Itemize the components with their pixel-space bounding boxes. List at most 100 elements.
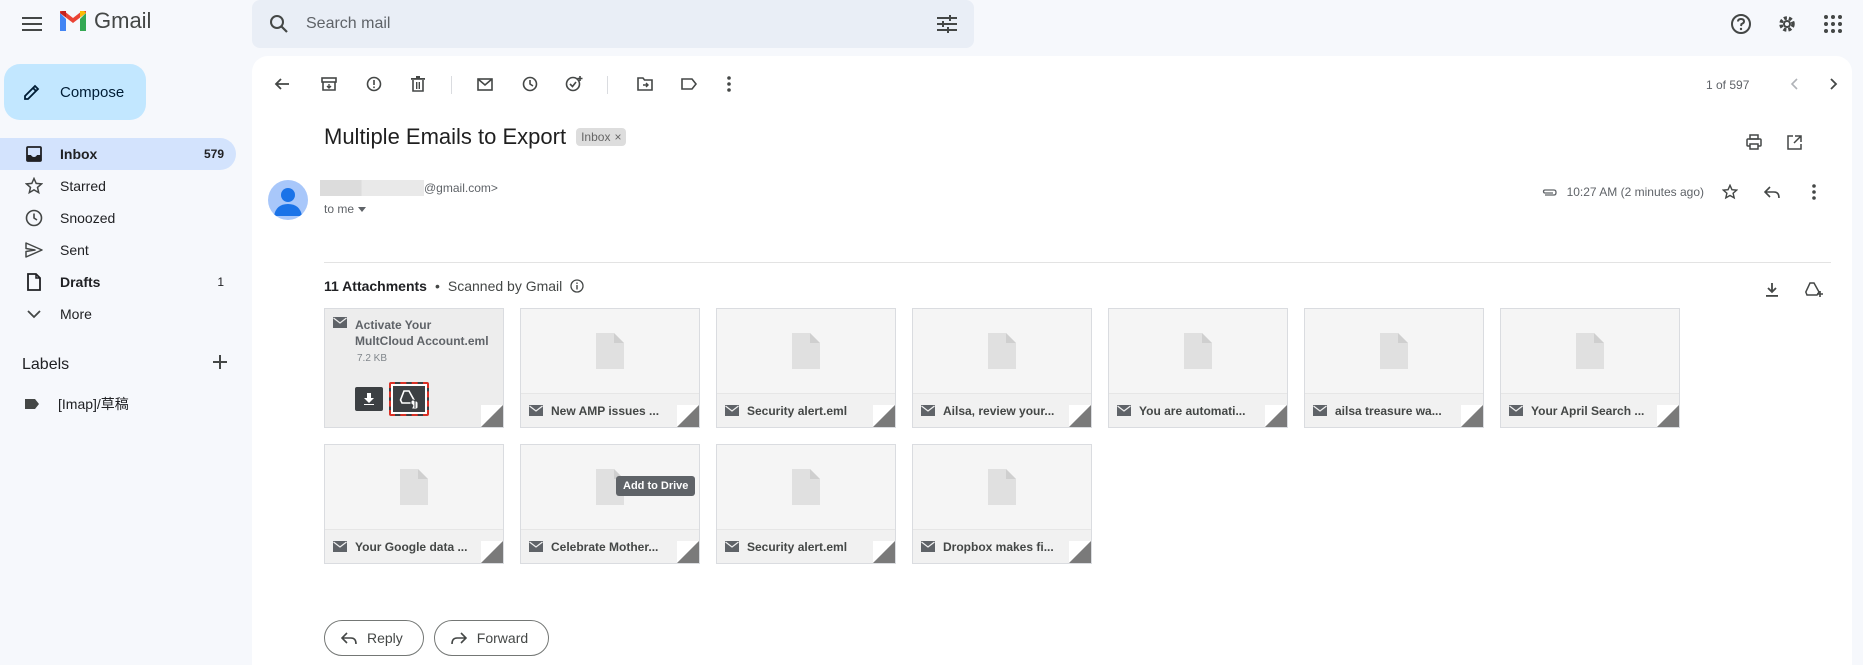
- attachment-preview: [913, 445, 1091, 529]
- attachment-name: Your Google data ...: [355, 539, 468, 554]
- add-all-to-drive-button[interactable]: [1798, 274, 1830, 306]
- settings-button[interactable]: [1771, 8, 1803, 40]
- reply-button[interactable]: Reply: [324, 620, 424, 656]
- add-to-tasks-button[interactable]: [558, 68, 590, 100]
- attachment-card[interactable]: Security alert.eml: [716, 308, 896, 428]
- page-fold: [677, 541, 699, 563]
- open-in-new-window-button[interactable]: [1778, 126, 1810, 158]
- forward-button[interactable]: Forward: [433, 620, 550, 656]
- print-all-button[interactable]: [1738, 126, 1770, 158]
- move-to-button[interactable]: [629, 68, 661, 100]
- download-all-button[interactable]: [1756, 274, 1788, 306]
- divider: [324, 262, 1831, 263]
- older-button[interactable]: [1818, 68, 1850, 100]
- attachment-card[interactable]: Celebrate Mother...: [520, 444, 700, 564]
- message-toolbar: 1 of 597: [252, 64, 1852, 104]
- file-icon: [596, 333, 624, 369]
- download-attachment-button[interactable]: [355, 387, 383, 411]
- search-bar[interactable]: [252, 0, 974, 48]
- report-spam-button[interactable]: [358, 68, 390, 100]
- remove-label-button[interactable]: ×: [614, 130, 621, 144]
- attachment-card[interactable]: Your April Search ...: [1500, 308, 1680, 428]
- sidebar-item-label: More: [60, 306, 92, 322]
- sidebar-item-inbox[interactable]: Inbox 579: [0, 138, 236, 170]
- page-fold: [1265, 405, 1287, 427]
- sidebar-label-imap-drafts[interactable]: [Imap]/草稿: [24, 394, 129, 414]
- sender-line[interactable]: @gmail.com>: [320, 180, 498, 196]
- main-menu-button[interactable]: [16, 8, 48, 40]
- help-icon: [1731, 14, 1751, 34]
- attachment-card[interactable]: Security alert.eml: [716, 444, 896, 564]
- search-button[interactable]: [252, 14, 306, 34]
- create-label-button[interactable]: [213, 355, 227, 374]
- star-icon: [25, 177, 43, 195]
- sidebar-item-starred[interactable]: Starred: [0, 170, 236, 202]
- attachments-count: 11 Attachments: [324, 278, 427, 294]
- clock-icon: [25, 209, 43, 227]
- gmail-logo[interactable]: Gmail: [58, 8, 151, 34]
- add-to-drive-button[interactable]: [389, 382, 429, 416]
- attachment-card[interactable]: New AMP issues ...: [520, 308, 700, 428]
- file-icon: [988, 333, 1016, 369]
- archive-button[interactable]: [313, 68, 345, 100]
- inbox-label-chip[interactable]: Inbox ×: [576, 128, 627, 146]
- reply-button-header[interactable]: [1756, 176, 1788, 208]
- chevron-right-icon: [1830, 78, 1838, 90]
- attachment-card-hovered[interactable]: Activate Your MultCloud Account.eml 7.2 …: [324, 308, 504, 428]
- file-icon: [1380, 333, 1408, 369]
- labels-heading: Labels: [22, 355, 70, 373]
- info-icon[interactable]: [570, 279, 584, 293]
- spam-icon: [366, 76, 382, 92]
- message-more-button[interactable]: [1798, 176, 1830, 208]
- mark-unread-button[interactable]: [469, 68, 501, 100]
- attachment-card[interactable]: Your Google data ...: [324, 444, 504, 564]
- attachment-card[interactable]: ailsa treasure wa...: [1304, 308, 1484, 428]
- chevron-down-icon: [27, 310, 41, 319]
- sidebar-nav: Inbox 579 Starred Snoozed Sent Drafts 1 …: [0, 138, 236, 330]
- sidebar-item-more[interactable]: More: [0, 298, 236, 330]
- attachment-footer: Security alert.eml: [717, 529, 895, 563]
- more-vert-icon: [727, 76, 731, 92]
- support-button[interactable]: [1725, 8, 1757, 40]
- sidebar-item-snoozed[interactable]: Snoozed: [0, 202, 236, 234]
- plus-icon: [213, 355, 227, 369]
- sidebar-item-sent[interactable]: Sent: [0, 234, 236, 266]
- attachment-card[interactable]: Ailsa, review your...: [912, 308, 1092, 428]
- archive-icon: [321, 77, 337, 91]
- search-options-button[interactable]: [920, 15, 974, 33]
- attachment-name: Security alert.eml: [747, 539, 848, 554]
- more-actions-button[interactable]: [713, 68, 745, 100]
- google-apps-button[interactable]: [1817, 8, 1849, 40]
- delete-button[interactable]: [402, 68, 434, 100]
- attachment-preview: [1501, 309, 1679, 393]
- compose-button[interactable]: Compose: [4, 64, 146, 120]
- open-in-new-icon: [1786, 134, 1802, 150]
- file-icon: [792, 469, 820, 505]
- mail-icon: [725, 405, 739, 416]
- mail-icon: [529, 541, 543, 552]
- mail-icon: [921, 541, 935, 552]
- attachment-card[interactable]: You are automati...: [1108, 308, 1288, 428]
- draft-count: 1: [217, 275, 224, 289]
- labels-button[interactable]: [673, 68, 705, 100]
- sender-avatar[interactable]: [268, 180, 308, 220]
- download-arrow-icon: [364, 393, 374, 405]
- back-button[interactable]: [266, 68, 298, 100]
- mail-icon: [725, 541, 739, 552]
- mail-icon: [1509, 405, 1523, 416]
- attachment-card[interactable]: Dropbox makes fi...: [912, 444, 1092, 564]
- newer-button[interactable]: [1778, 68, 1810, 100]
- snooze-button[interactable]: [514, 68, 546, 100]
- search-input[interactable]: [306, 15, 920, 33]
- chevron-left-icon: [1790, 78, 1798, 90]
- page-fold: [1461, 405, 1483, 427]
- attachment-footer: You are automati...: [1109, 393, 1287, 427]
- file-icon: [400, 469, 428, 505]
- sidebar-item-drafts[interactable]: Drafts 1: [0, 266, 236, 298]
- star-button[interactable]: [1714, 176, 1746, 208]
- attachment-preview: [913, 309, 1091, 393]
- page-fold: [1069, 405, 1091, 427]
- subject-line: Multiple Emails to Export Inbox ×: [324, 124, 627, 150]
- recipient-details-toggle[interactable]: to me: [324, 202, 367, 216]
- sender-email: @gmail.com>: [424, 181, 498, 195]
